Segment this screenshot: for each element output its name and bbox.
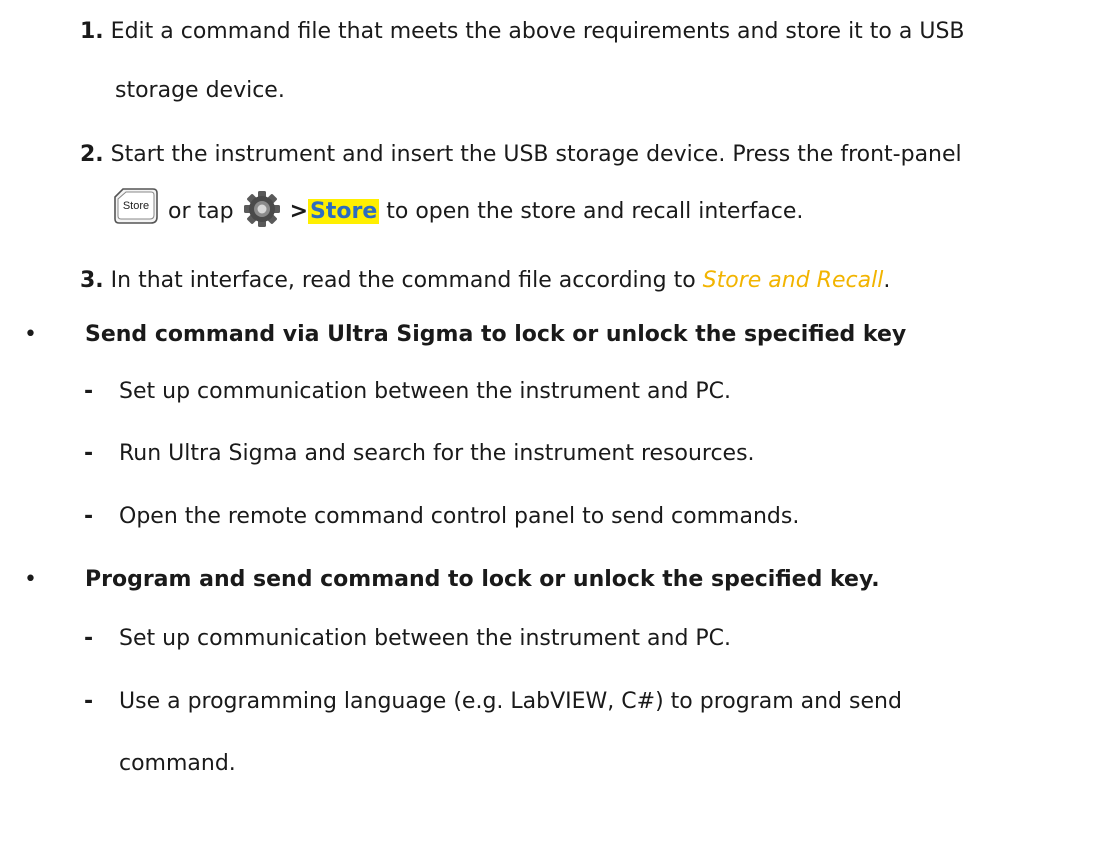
list-item-text: Set up communication between the instrum… [119,379,732,404]
step-number: 3. [80,268,104,293]
step-3-period: . [883,268,891,293]
step-1: 1. Edit a command file that meets the ab… [80,0,1091,63]
list-item-text: Set up communication between the instrum… [119,626,732,651]
store-key-icon: Store [113,186,159,245]
step-text: Start the instrument and insert the USB … [110,142,962,167]
step-number: 1. [80,19,104,44]
step-number: 2. [80,142,104,167]
dash-marker: - [84,441,94,466]
menu-separator: > [289,199,309,224]
step-2: 2. Start the instrument and insert the U… [80,123,1091,186]
section-title: Program and send command to lock or unlo… [85,567,880,592]
bullet-icon: • [24,322,37,347]
section-title: Send command via Ultra Sigma to lock or … [85,322,907,347]
dash-marker: - [84,379,94,404]
list-item-text: command. [119,751,236,776]
step-2-or-tap: or tap [168,199,234,224]
list-item-text: Open the remote command control panel to… [119,504,800,529]
list-item-text: Use a programming language (e.g. LabVIEW… [119,689,902,714]
dash-marker: - [84,504,94,529]
bullet-icon: • [24,567,37,592]
gear-icon[interactable] [243,190,281,247]
store-menu-highlight: Store [308,199,380,224]
document-page: 1. Edit a command file that meets the ab… [0,0,1103,866]
step-3: 3. In that interface, read the command f… [80,249,1091,312]
dash-marker: - [84,626,94,651]
step-1-continuation: storage device. [115,78,285,103]
step-text: In that interface, read the command file… [110,268,696,293]
store-key-label: Store [123,200,149,212]
step-2-continuation: Store or tap >Store to open the store an… [113,186,803,247]
dash-marker: - [84,689,94,714]
store-and-recall-link[interactable]: Store and Recall [703,268,884,293]
step-2-after: to open the store and recall interface. [386,199,804,224]
step-text: Edit a command file that meets the above… [110,19,965,44]
list-item-text: Run Ultra Sigma and search for the instr… [119,441,755,466]
